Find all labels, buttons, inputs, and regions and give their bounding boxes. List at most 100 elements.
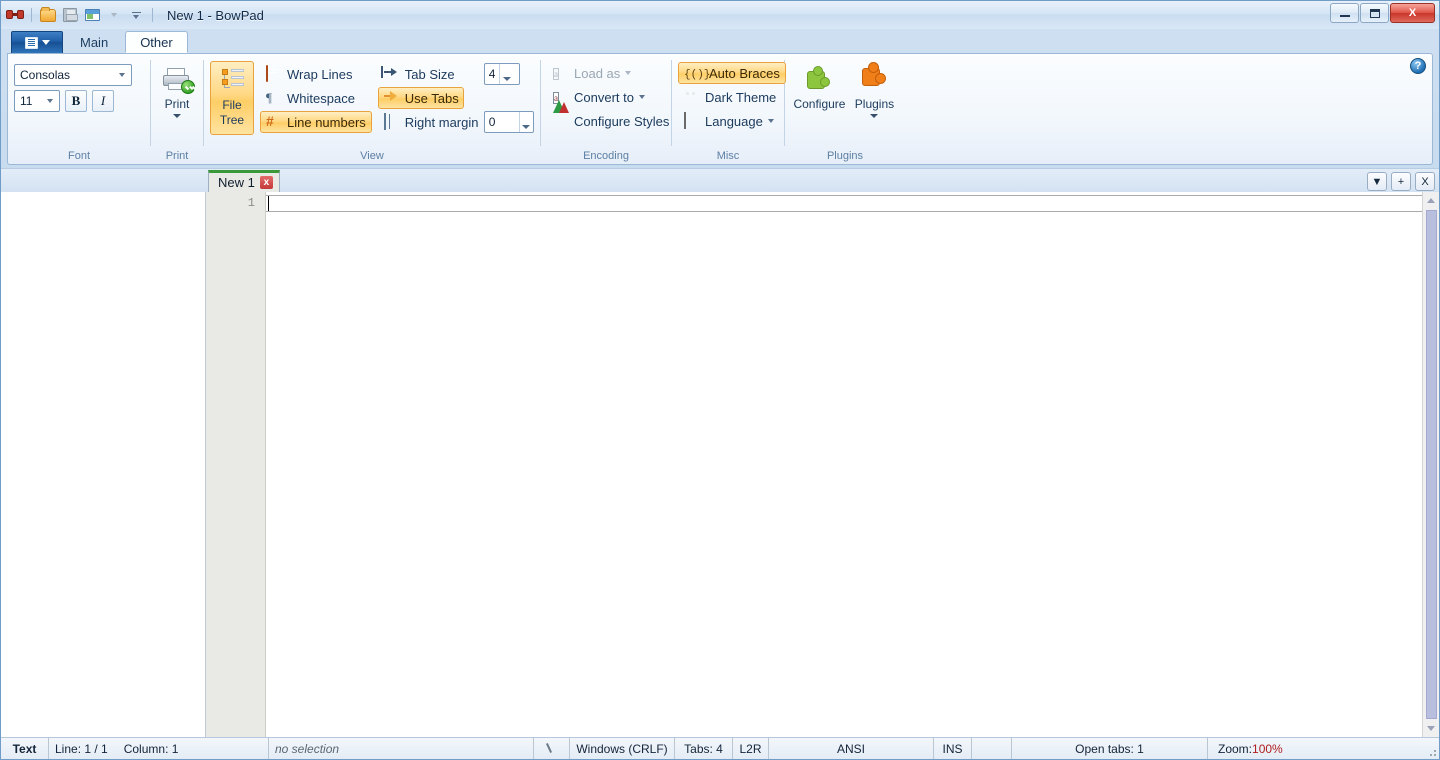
whitespace-toggle[interactable]: ¶ Whitespace bbox=[260, 87, 372, 109]
encoding-column: a Load as a Convert to Configure Styles bbox=[547, 62, 675, 132]
status-open-tabs[interactable]: Open tabs: 1 bbox=[1012, 738, 1208, 759]
document-tab-close-icon[interactable]: x bbox=[260, 176, 273, 189]
use-tabs-toggle[interactable]: Use Tabs bbox=[378, 87, 464, 109]
new-window-button[interactable] bbox=[82, 5, 102, 25]
right-margin-value: 0 bbox=[485, 112, 519, 132]
auto-braces-toggle[interactable]: {()} Auto Braces bbox=[678, 62, 786, 84]
chevron-down-icon bbox=[43, 99, 57, 103]
ribbon-group-print: Print Print bbox=[151, 54, 203, 164]
configure-styles-button[interactable]: Configure Styles bbox=[547, 110, 675, 132]
customize-qat-button[interactable] bbox=[126, 5, 146, 25]
close-button[interactable]: X bbox=[1390, 3, 1435, 23]
main-area: 1 bbox=[1, 192, 1439, 737]
document-tab-label: New 1 bbox=[218, 175, 255, 190]
group-label-plugins: Plugins bbox=[785, 150, 905, 164]
application-menu-button[interactable] bbox=[11, 31, 63, 53]
tab-size-spinner[interactable]: 4 bbox=[484, 63, 520, 85]
save-icon bbox=[63, 8, 77, 22]
minimize-icon bbox=[1340, 15, 1350, 17]
bold-button[interactable]: B bbox=[65, 90, 87, 112]
dark-theme-toggle[interactable]: Dark Theme bbox=[678, 86, 786, 108]
tab-main[interactable]: Main bbox=[65, 31, 123, 53]
chevron-down-icon bbox=[115, 73, 129, 77]
tab-list-dropdown-button[interactable]: ▼ bbox=[1367, 172, 1387, 191]
font-size-combo[interactable]: 11 bbox=[14, 90, 60, 112]
tab-bar-buttons: ▼ + X bbox=[1367, 172, 1435, 191]
minimize-button[interactable] bbox=[1330, 3, 1359, 23]
use-tabs-label: Use Tabs bbox=[405, 91, 459, 106]
open-file-button[interactable] bbox=[38, 5, 58, 25]
configure-plugins-button[interactable]: Configure bbox=[791, 60, 848, 134]
ribbon-group-font: Consolas 11 B I Font bbox=[8, 54, 150, 164]
save-file-button[interactable] bbox=[60, 5, 80, 25]
view-toggles-column: Wrap Lines ¶ Whitespace # Line numbers bbox=[260, 61, 372, 133]
plugins-label: Plugins bbox=[855, 98, 894, 111]
status-eol[interactable]: Windows (CRLF) bbox=[570, 738, 675, 759]
tab-size-spin-buttons[interactable] bbox=[499, 64, 513, 84]
file-tree-panel[interactable] bbox=[1, 192, 206, 737]
status-zoom-value: 100% bbox=[1252, 742, 1283, 756]
status-zoom[interactable]: Zoom: 100% bbox=[1208, 738, 1423, 759]
status-zoom-label: Zoom: bbox=[1218, 742, 1252, 756]
ribbon-group-plugins: Configure Plugins Plugins bbox=[785, 54, 905, 164]
resize-grip[interactable] bbox=[1423, 738, 1439, 759]
document-tab-new-1[interactable]: New 1 x bbox=[208, 170, 280, 192]
configure-label: Configure bbox=[793, 98, 845, 111]
scroll-down-button[interactable] bbox=[1423, 720, 1440, 737]
language-button[interactable]: Language bbox=[678, 110, 786, 132]
status-tool-icon[interactable] bbox=[534, 738, 570, 759]
wrap-lines-toggle[interactable]: Wrap Lines bbox=[260, 63, 372, 85]
tab-size-decrement[interactable] bbox=[500, 74, 513, 84]
status-doc-type[interactable]: Text bbox=[1, 738, 49, 759]
scroll-up-button[interactable] bbox=[1423, 192, 1440, 209]
pilcrow-icon: ¶ bbox=[266, 90, 282, 106]
window-icon bbox=[85, 9, 100, 21]
file-tree-button[interactable]: File Tree bbox=[210, 61, 254, 135]
new-tab-button[interactable]: + bbox=[1391, 172, 1411, 191]
hash-icon: # bbox=[266, 114, 282, 130]
line-number-gutter: 1 bbox=[206, 192, 266, 737]
right-margin-spin-buttons[interactable] bbox=[519, 112, 533, 132]
current-line-highlight bbox=[266, 195, 1422, 212]
ribbon-group-encoding: a Load as a Convert to Configure Styles bbox=[541, 54, 671, 164]
status-encoding[interactable]: ANSI bbox=[769, 738, 934, 759]
status-blank bbox=[972, 738, 1012, 759]
chevron-down-icon bbox=[639, 95, 645, 99]
right-margin-increment[interactable] bbox=[520, 112, 533, 122]
convert-to-label: Convert to bbox=[574, 90, 634, 105]
tab-size-row: Tab Size bbox=[378, 63, 480, 85]
maximize-button[interactable] bbox=[1360, 3, 1389, 23]
new-window-dropdown[interactable] bbox=[104, 5, 124, 25]
vertical-scrollbar[interactable] bbox=[1422, 192, 1439, 737]
bowpad-app-icon[interactable] bbox=[5, 5, 25, 25]
text-caret bbox=[268, 196, 269, 211]
tab-size-label: Tab Size bbox=[405, 67, 455, 82]
print-button[interactable]: Print bbox=[152, 60, 202, 134]
close-tab-button[interactable]: X bbox=[1415, 172, 1435, 191]
tab-other[interactable]: Other bbox=[125, 31, 188, 53]
status-position: Line: 1 / 1 Column: 1 bbox=[49, 738, 269, 759]
status-insert-mode[interactable]: INS bbox=[934, 738, 972, 759]
status-tabs[interactable]: Tabs: 4 bbox=[675, 738, 733, 759]
chevron-down-icon[interactable] bbox=[173, 114, 181, 118]
line-numbers-toggle[interactable]: # Line numbers bbox=[260, 111, 372, 133]
puzzle-orange-icon bbox=[858, 64, 890, 96]
puzzle-green-icon bbox=[803, 64, 835, 96]
help-icon[interactable]: ? bbox=[1410, 58, 1426, 74]
italic-button[interactable]: I bbox=[92, 90, 114, 112]
italic-label: I bbox=[101, 93, 105, 109]
scrollbar-thumb[interactable] bbox=[1426, 210, 1437, 719]
right-margin-decrement[interactable] bbox=[520, 122, 533, 132]
load-as-button[interactable]: a Load as bbox=[547, 62, 675, 84]
text-editor-area[interactable] bbox=[266, 192, 1422, 737]
right-margin-spinner[interactable]: 0 bbox=[484, 111, 534, 133]
plugins-button[interactable]: Plugins bbox=[850, 60, 899, 134]
chevron-down-icon[interactable] bbox=[870, 114, 878, 118]
ribbon-group-view: File Tree Wrap Lines ¶ Whitespace # bbox=[204, 54, 540, 164]
group-label-misc: Misc bbox=[672, 150, 784, 164]
font-size-value: 11 bbox=[20, 94, 43, 108]
font-family-combo[interactable]: Consolas bbox=[14, 64, 132, 86]
window-title: New 1 - BowPad bbox=[167, 8, 264, 23]
status-direction[interactable]: L2R bbox=[733, 738, 769, 759]
tab-size-increment[interactable] bbox=[500, 64, 513, 74]
